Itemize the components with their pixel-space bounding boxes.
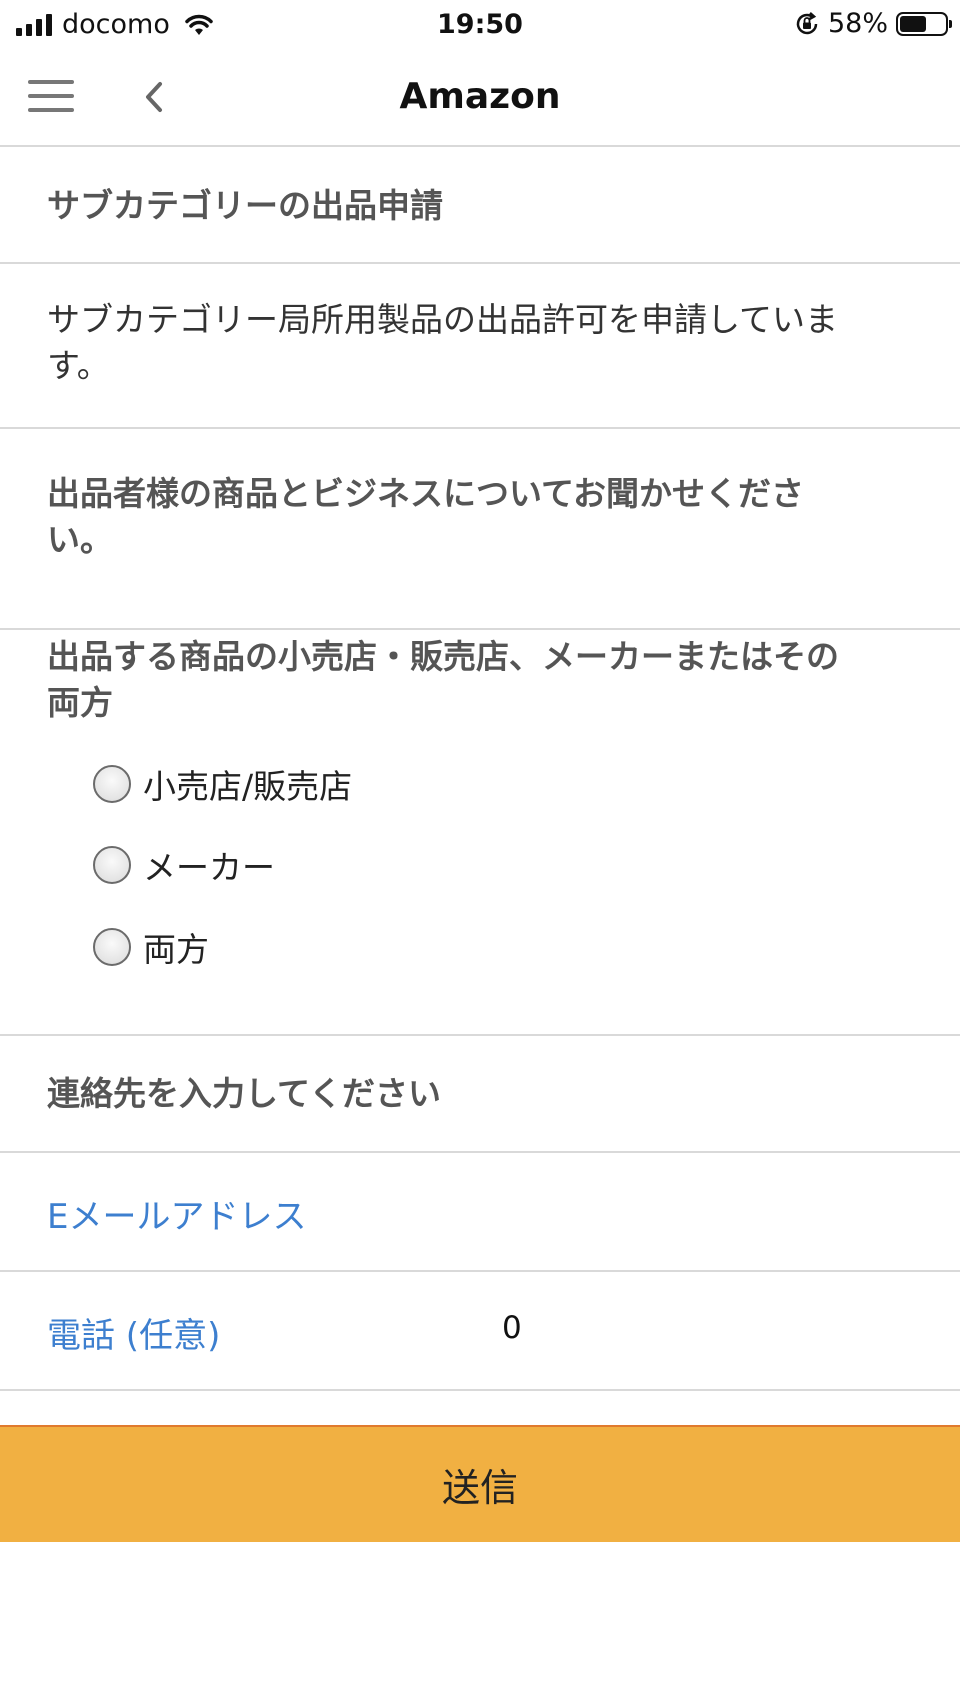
radio-label: 両方 bbox=[143, 930, 209, 969]
radio-option-retailer[interactable]: 小売店/販売店 bbox=[93, 760, 352, 808]
phone-field-label: 電話 (任意) bbox=[47, 1316, 221, 1356]
battery-icon bbox=[896, 11, 952, 36]
contact-heading-section: 連絡先を入力してください bbox=[0, 1036, 960, 1153]
phone-row[interactable]: 電話 (任意) 0 bbox=[0, 1272, 960, 1391]
page-header-section: サブカテゴリーの出品申請 bbox=[0, 147, 960, 264]
intro-text-line1: サブカテゴリー局所用製品の出品許可を申請していま bbox=[47, 300, 839, 339]
radio-label: 小売店/販売店 bbox=[143, 767, 353, 806]
seller-type-section: 出品する商品の小売店・販売店、メーカーまたはその 両方 小売店/販売店 メーカー… bbox=[0, 630, 960, 1036]
business-section: 出品者様の商品とビジネスについてお聞かせくださ い。 bbox=[0, 429, 960, 630]
email-row[interactable]: Eメールアドレス bbox=[0, 1153, 960, 1272]
radio-option-manufacturer[interactable]: メーカー bbox=[93, 841, 275, 889]
status-right: 58% bbox=[794, 8, 952, 39]
nav-title: Amazon bbox=[399, 76, 561, 117]
intro-section: サブカテゴリー局所用製品の出品許可を申請していま す。 bbox=[0, 264, 960, 429]
seller-type-question-line1: 出品する商品の小売店・販売店、メーカーまたはその bbox=[47, 637, 839, 676]
submit-button[interactable]: 送信 bbox=[0, 1425, 960, 1542]
radio-button[interactable] bbox=[93, 846, 131, 884]
email-field[interactable] bbox=[502, 1191, 902, 1235]
orientation-lock-icon bbox=[796, 11, 818, 34]
nav-bar: Amazon bbox=[0, 50, 960, 147]
intro-text-line2: す。 bbox=[47, 346, 110, 385]
radio-button[interactable] bbox=[93, 765, 131, 803]
submit-button-label: 送信 bbox=[441, 1466, 518, 1510]
radio-button[interactable] bbox=[93, 928, 131, 966]
radio-option-both[interactable]: 両方 bbox=[93, 923, 209, 971]
business-heading-line1: 出品者様の商品とビジネスについてお聞かせくださ bbox=[47, 474, 805, 513]
page-title: サブカテゴリーの出品申請 bbox=[47, 186, 443, 225]
radio-label: メーカー bbox=[143, 848, 275, 887]
battery-percent: 58% bbox=[827, 8, 888, 39]
seller-type-question-line2: 両方 bbox=[47, 683, 113, 722]
email-field-label: Eメールアドレス bbox=[47, 1197, 307, 1237]
status-bar: docomo 19:50 58% bbox=[0, 0, 960, 50]
business-heading-line2: い。 bbox=[47, 520, 113, 559]
contact-heading: 連絡先を入力してください bbox=[47, 1074, 442, 1113]
phone-field[interactable]: 0 bbox=[502, 1310, 522, 1346]
